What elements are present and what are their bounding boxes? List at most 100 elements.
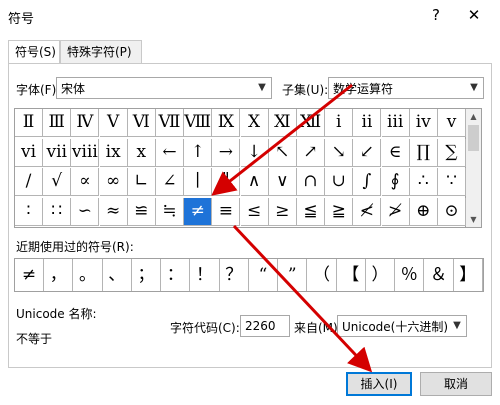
symbol-cell[interactable]: ← xyxy=(156,138,184,167)
symbol-cell[interactable]: ∝ xyxy=(71,168,100,196)
symbol-cell[interactable]: ⊙ xyxy=(438,197,466,226)
symbol-cell[interactable]: ∨ xyxy=(268,168,297,196)
symbol-cell[interactable]: ⅷ xyxy=(71,138,100,167)
symbol-cell[interactable]: ≡ xyxy=(212,197,241,226)
recent-symbol-cell[interactable]: （ xyxy=(308,259,337,291)
symbol-cell[interactable]: ↗ xyxy=(297,138,325,167)
symbol-cell[interactable]: ≈ xyxy=(99,197,128,226)
recent-symbol-cell[interactable]: ） xyxy=(366,259,395,291)
font-label: 字体(F): xyxy=(16,83,61,97)
recent-symbol-cell[interactable]: ％ xyxy=(395,259,425,291)
recent-symbol-cell[interactable]: 。 xyxy=(74,259,103,291)
insert-button[interactable]: 插入(I) xyxy=(346,372,412,396)
recent-symbol-cell[interactable]: 、 xyxy=(103,259,132,291)
symbol-cell[interactable]: ⅰ xyxy=(325,109,354,137)
char-code-input[interactable]: 2260 xyxy=(240,315,290,337)
symbol-cell[interactable]: Ⅷ xyxy=(184,109,213,137)
symbol-cell[interactable]: ≒ xyxy=(156,197,184,226)
symbol-cell[interactable]: ∑ xyxy=(438,138,466,167)
symbol-cell[interactable]: ⅶ xyxy=(43,138,72,167)
symbol-cell[interactable]: ∠ xyxy=(156,168,184,196)
symbol-cell[interactable]: Ⅻ xyxy=(297,109,325,137)
symbol-cell[interactable]: Ⅲ xyxy=(43,109,72,137)
symbol-cell[interactable]: ↘ xyxy=(325,138,354,167)
symbol-cell[interactable]: ∥ xyxy=(212,168,241,196)
symbol-cell[interactable]: ⅴ xyxy=(438,109,466,137)
symbol-cell[interactable]: ≤ xyxy=(240,197,269,226)
scroll-down-icon[interactable]: ▼ xyxy=(466,212,481,227)
tab-special-characters[interactable]: 特殊字符(P) xyxy=(60,40,142,64)
symbol-cell[interactable]: Ⅺ xyxy=(268,109,297,137)
cancel-button[interactable]: 取消 xyxy=(420,372,492,396)
symbol-cell[interactable]: ≮ xyxy=(353,197,382,226)
recent-symbol-cell[interactable]: ！ xyxy=(191,259,220,291)
font-select[interactable]: 宋体 ▼ xyxy=(56,77,272,99)
recent-symbol-cell[interactable]: ： xyxy=(161,259,191,291)
symbol-cell[interactable]: ⅱ xyxy=(353,109,382,137)
recent-symbol-cell[interactable]: 】 xyxy=(454,259,483,291)
symbol-cell[interactable]: Ⅴ xyxy=(99,109,128,137)
recent-symbol-cell[interactable]: ； xyxy=(132,259,161,291)
symbol-cell[interactable]: ∕ xyxy=(15,168,43,196)
recent-symbol-cell[interactable]: 【 xyxy=(337,259,366,291)
symbol-cell[interactable]: ∵ xyxy=(438,168,466,196)
symbol-cell[interactable]: ∩ xyxy=(297,168,325,196)
symbol-cell[interactable]: ≦ xyxy=(297,197,325,226)
symbol-cell[interactable]: ∶ xyxy=(15,197,43,226)
symbol-cell[interactable]: ≠ xyxy=(184,197,213,226)
symbol-cell[interactable]: ≌ xyxy=(127,197,156,226)
symbol-cell[interactable]: ≯ xyxy=(381,197,410,226)
symbol-cell[interactable]: Ⅶ xyxy=(156,109,184,137)
subset-select[interactable]: 数学运算符 ▼ xyxy=(328,77,484,99)
symbol-cell[interactable]: Ⅳ xyxy=(71,109,100,137)
symbol-cell[interactable]: Ⅱ xyxy=(15,109,43,137)
symbol-cell[interactable]: ∫ xyxy=(353,168,382,196)
symbol-cell[interactable]: ⊕ xyxy=(409,197,438,226)
close-button[interactable]: ✕ xyxy=(463,4,485,26)
symbol-cell[interactable]: ∴ xyxy=(409,168,438,196)
symbol-cell[interactable]: ⅹ xyxy=(127,138,156,167)
symbol-cell[interactable]: ⅲ xyxy=(381,109,410,137)
symbol-cell[interactable]: → xyxy=(212,138,241,167)
symbol-cell[interactable]: ⅳ xyxy=(409,109,438,137)
symbol-cell[interactable]: ↓ xyxy=(240,138,269,167)
symbol-cell[interactable]: Ⅹ xyxy=(240,109,269,137)
symbol-cell[interactable]: ∏ xyxy=(409,138,438,167)
symbol-cell[interactable]: ⅵ xyxy=(15,138,43,167)
symbol-cell[interactable]: Ⅵ xyxy=(127,109,156,137)
symbol-cell[interactable]: ≥ xyxy=(268,197,297,226)
symbol-cell[interactable]: ∣ xyxy=(184,168,213,196)
symbol-cell[interactable]: ↖ xyxy=(268,138,297,167)
symbol-cell[interactable]: ∧ xyxy=(240,168,269,196)
chevron-down-icon: ▼ xyxy=(453,320,461,331)
from-value: Unicode(十六进制) xyxy=(342,320,449,334)
recent-symbol-cell[interactable]: ” xyxy=(278,259,308,291)
symbol-cell[interactable]: ∷ xyxy=(43,197,72,226)
unicode-name-label: Unicode 名称: xyxy=(16,307,97,321)
tab-symbols[interactable]: 符号(S) xyxy=(8,40,60,65)
recent-label: 近期使用过的符号(R): xyxy=(16,240,134,254)
recent-symbol-cell[interactable]: ？ xyxy=(220,259,249,291)
recent-symbol-cell[interactable]: ＆ xyxy=(425,259,454,291)
symbol-cell[interactable]: ∟ xyxy=(127,168,156,196)
symbol-cell[interactable]: ∽ xyxy=(71,197,100,226)
symbol-cell[interactable]: ⅸ xyxy=(99,138,128,167)
symbol-cell[interactable]: Ⅸ xyxy=(212,109,241,137)
symbol-cell[interactable]: ≧ xyxy=(325,197,354,226)
help-button[interactable]: ? xyxy=(427,5,445,25)
from-select[interactable]: Unicode(十六进制) ▼ xyxy=(337,315,467,337)
symbol-cell[interactable]: ∞ xyxy=(99,168,128,196)
symbol-cell[interactable]: ∈ xyxy=(381,138,410,167)
symbol-cell[interactable]: ↑ xyxy=(184,138,213,167)
symbol-grid-scrollbar[interactable]: ▲ ▼ xyxy=(466,108,482,228)
recent-symbol-cell[interactable]: ， xyxy=(44,259,74,291)
scrollbar-thumb[interactable] xyxy=(468,125,479,151)
recent-symbol-cell[interactable]: ≠ xyxy=(15,259,44,291)
scroll-up-icon[interactable]: ▲ xyxy=(466,109,481,124)
symbol-cell[interactable]: ↙ xyxy=(353,138,382,167)
title-bar: 符号 ? ✕ xyxy=(0,0,500,34)
symbol-cell[interactable]: ∪ xyxy=(325,168,354,196)
symbol-cell[interactable]: ∮ xyxy=(381,168,410,196)
recent-symbol-cell[interactable]: “ xyxy=(249,259,278,291)
symbol-cell[interactable]: √ xyxy=(43,168,72,196)
